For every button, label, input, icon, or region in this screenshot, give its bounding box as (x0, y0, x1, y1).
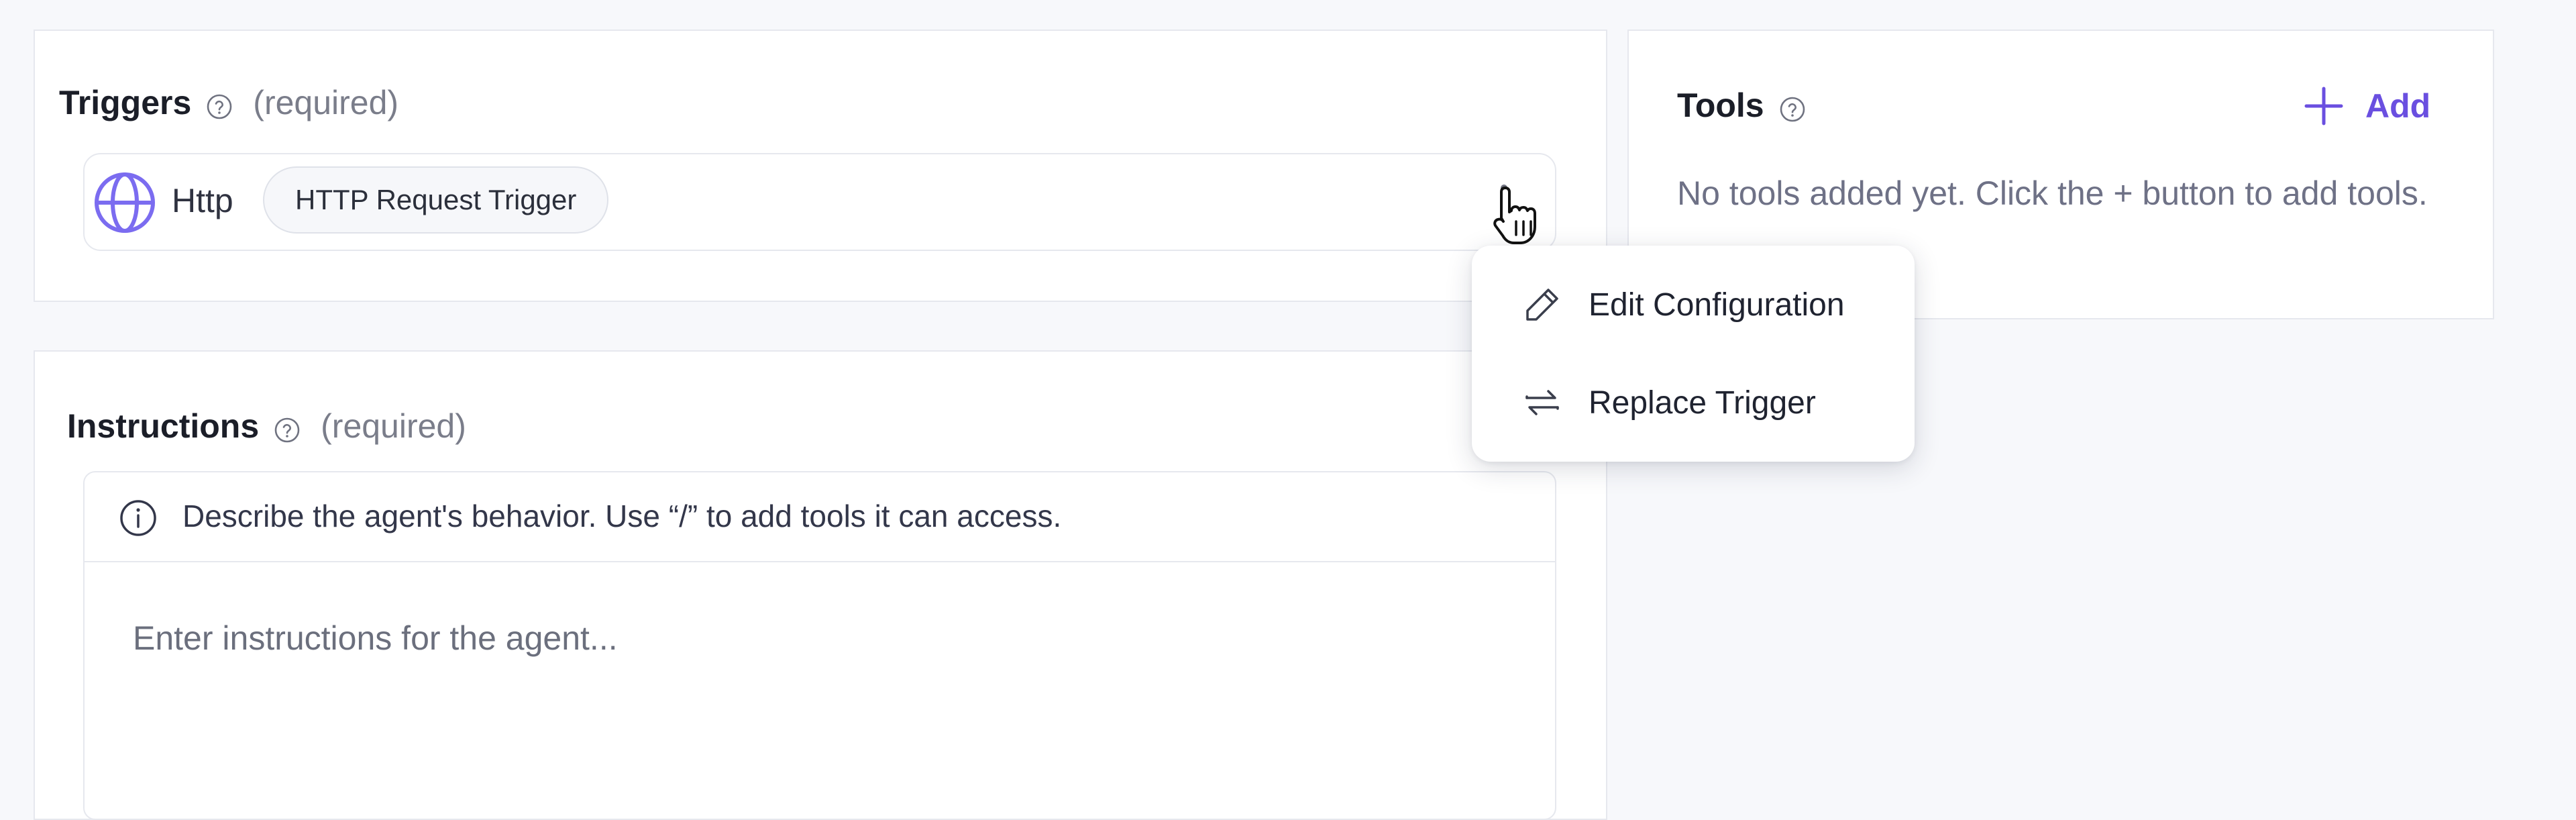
hand-cursor-icon (1489, 183, 1543, 250)
help-icon[interactable] (274, 413, 301, 443)
menu-item-label: Edit Configuration (1589, 287, 1845, 323)
trigger-type-label: HTTP Request Trigger (295, 184, 577, 215)
menu-item-edit-configuration[interactable]: Edit Configuration (1472, 264, 1915, 345)
instructions-placeholder[interactable]: Enter instructions for the agent... (133, 619, 618, 658)
instructions-hint: Describe the agent's behavior. Use “/” t… (182, 499, 1062, 533)
help-icon[interactable] (206, 89, 233, 119)
trigger-name: Http (172, 182, 233, 219)
required-label: (required) (321, 407, 466, 445)
add-tool-button[interactable]: Add (2302, 85, 2430, 127)
menu-item-label: Replace Trigger (1589, 385, 1816, 421)
help-icon[interactable] (1779, 92, 1806, 122)
info-icon (118, 498, 158, 538)
instructions-title: Instructions (67, 407, 260, 445)
swap-arrows-icon (1521, 382, 1563, 423)
triggers-header: Triggers (required) (59, 83, 398, 122)
required-label: (required) (253, 84, 399, 121)
globe-icon (94, 172, 156, 234)
trigger-type-chip: HTTP Request Trigger (263, 166, 609, 234)
triggers-title: Triggers (59, 84, 192, 121)
plus-icon (2304, 87, 2343, 125)
pencil-icon (1521, 284, 1563, 325)
tools-header: Tools (1677, 86, 1806, 125)
add-tool-label: Add (2365, 87, 2431, 125)
instructions-header: Instructions (required) (67, 407, 466, 446)
menu-item-replace-trigger[interactable]: Replace Trigger (1472, 362, 1915, 443)
tools-title: Tools (1677, 87, 1764, 124)
